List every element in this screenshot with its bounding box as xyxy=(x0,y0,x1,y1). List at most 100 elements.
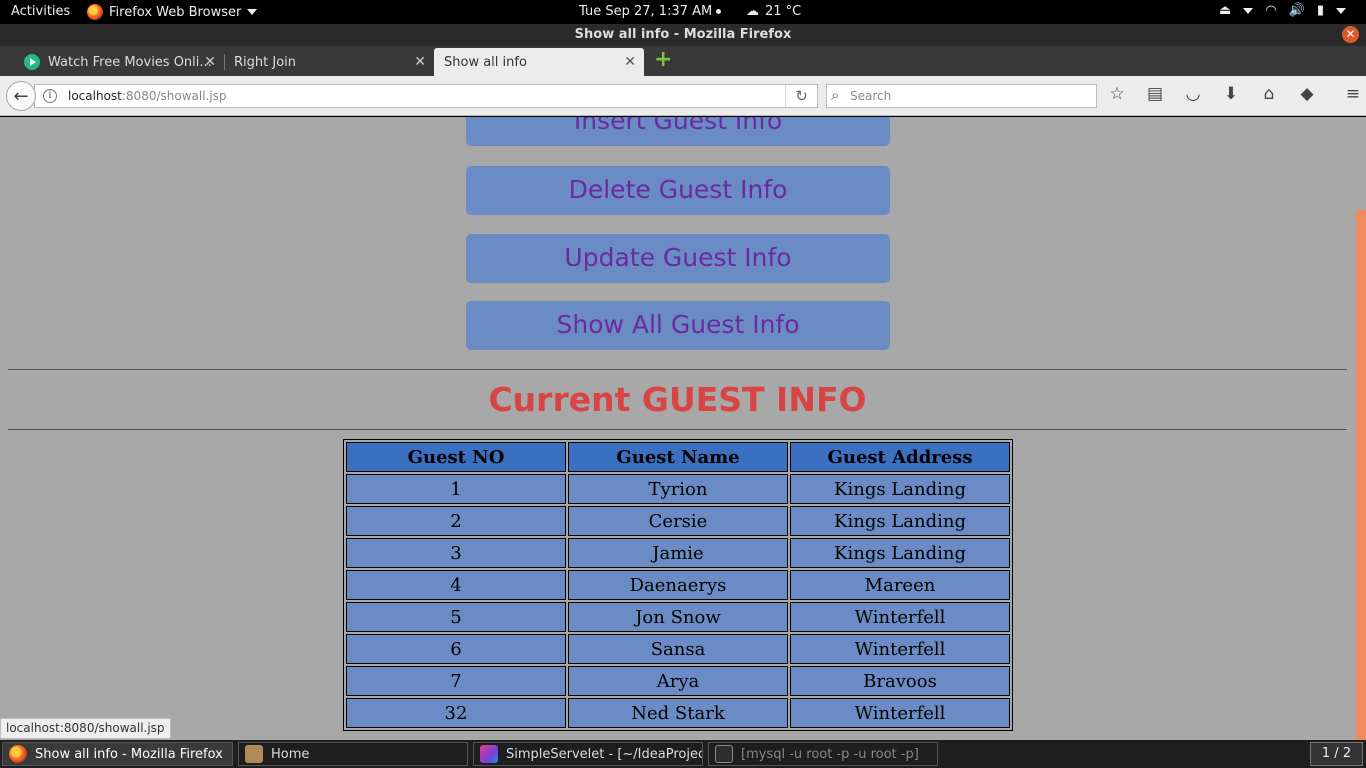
app-menu-label: Firefox Web Browser xyxy=(109,4,242,20)
chevron-down-icon xyxy=(1243,7,1254,14)
firefox-icon xyxy=(9,745,27,763)
taskbar-item-terminal[interactable]: [mysql -u root -p -u root -p] xyxy=(708,742,938,766)
show-all-guest-info-button[interactable]: Show All Guest Info xyxy=(466,301,890,350)
wifi-icon: ◠ xyxy=(1265,3,1277,18)
table-row: 2 Cersie Kings Landing xyxy=(346,506,1010,536)
table-cell: Bravoos xyxy=(790,666,1010,696)
taskbar-label: [mysql -u root -p -u root -p] xyxy=(741,746,919,762)
chevron-down-icon xyxy=(1336,7,1346,14)
home-icon[interactable]: ⌂ xyxy=(1257,84,1281,104)
close-tab-icon[interactable]: ✕ xyxy=(624,54,636,70)
table-cell: 4 xyxy=(346,570,566,600)
cloud-icon: ☁ xyxy=(746,4,759,19)
download-icon[interactable]: ⬇ xyxy=(1219,84,1243,104)
window-list-taskbar: Show all info - Mozilla Firefox Home Sim… xyxy=(0,740,1366,768)
table-cell: 32 xyxy=(346,698,566,728)
chevron-down-icon xyxy=(247,9,258,15)
table-cell: Kings Landing xyxy=(790,474,1010,504)
tab-label: Watch Free Movies Onli... xyxy=(48,54,212,70)
table-cell: Cersie xyxy=(568,506,788,536)
site-info-icon[interactable]: i xyxy=(43,89,57,103)
table-row: 32 Ned Stark Winterfell xyxy=(346,698,1010,728)
table-cell: Winterfell xyxy=(790,602,1010,632)
tab-watch-free-movies[interactable]: Watch Free Movies Onli... ✕ xyxy=(14,48,224,76)
update-guest-info-button[interactable]: Update Guest Info xyxy=(466,234,890,283)
arrow-left-icon: ← xyxy=(13,85,29,107)
close-window-icon[interactable]: ✕ xyxy=(1342,26,1359,43)
taskbar-item-home[interactable]: Home xyxy=(238,742,468,766)
table-row: 5 Jon Snow Winterfell xyxy=(346,602,1010,632)
taskbar-label: Home xyxy=(271,746,310,762)
window-title: Show all info - Mozilla Firefox xyxy=(574,27,792,42)
url-text: localhost:8080/showall.jsp xyxy=(68,89,227,103)
url-host: localhost xyxy=(68,89,122,103)
taskbar-label: SimpleServelet - [~/IdeaProjects/... xyxy=(506,746,702,762)
taskbar-item-firefox[interactable]: Show all info - Mozilla Firefox xyxy=(2,742,233,766)
table-cell: Winterfell xyxy=(790,698,1010,728)
intellij-icon xyxy=(480,745,498,763)
play-icon xyxy=(24,54,40,70)
firefox-icon xyxy=(87,4,103,20)
navigation-toolbar: i localhost:8080/showall.jsp ↻ ← ⌕ Searc… xyxy=(0,76,1366,116)
notification-dot-icon xyxy=(716,9,722,14)
table-cell: Arya xyxy=(568,666,788,696)
reload-icon[interactable]: ↻ xyxy=(785,85,817,107)
tab-label: Show all info xyxy=(444,54,527,70)
table-cell: Jon Snow xyxy=(568,602,788,632)
new-tab-plus-icon[interactable]: + xyxy=(654,49,672,71)
column-header: Guest NO xyxy=(346,442,566,472)
back-button[interactable]: ← xyxy=(6,81,36,111)
tab-show-all-info[interactable]: Show all info ✕ xyxy=(434,48,644,76)
battery-icon: ▮ xyxy=(1316,3,1324,18)
window-titlebar: Show all info - Mozilla Firefox ✕ xyxy=(0,24,1366,46)
close-tab-icon[interactable]: ✕ xyxy=(204,54,216,70)
table-header-row: Guest NO Guest Name Guest Address xyxy=(346,442,1010,472)
page-scrollbar[interactable] xyxy=(1355,117,1366,740)
weather-label: 21 °C xyxy=(765,4,802,19)
table-cell: Mareen xyxy=(790,570,1010,600)
table-cell: 3 xyxy=(346,538,566,568)
reader-view-icon[interactable]: ▤ xyxy=(1143,84,1167,104)
table-cell: Jamie xyxy=(568,538,788,568)
tab-strip: Watch Free Movies Onli... ✕ Right Join ✕… xyxy=(0,46,1366,76)
delete-guest-info-button[interactable]: Delete Guest Info xyxy=(466,166,890,215)
table-cell: Daenaerys xyxy=(568,570,788,600)
system-tray[interactable]: ⏏ ◠ 🔊 ▮ xyxy=(1219,3,1346,18)
eject-icon: ⏏ xyxy=(1219,3,1232,18)
page-heading: Current GUEST INFO xyxy=(488,380,867,419)
files-icon xyxy=(245,745,263,763)
scrollbar-thumb[interactable] xyxy=(1356,210,1366,740)
table-cell: Kings Landing xyxy=(790,538,1010,568)
tab-right-join[interactable]: Right Join ✕ xyxy=(224,48,434,76)
table-cell: 7 xyxy=(346,666,566,696)
weather-indicator[interactable]: ☁ 21 °C xyxy=(746,4,801,19)
clock[interactable]: Tue Sep 27, 1:37 AM xyxy=(579,4,722,19)
search-input[interactable]: ⌕ Search xyxy=(826,84,1097,108)
close-tab-icon[interactable]: ✕ xyxy=(414,54,426,70)
table-cell: 5 xyxy=(346,602,566,632)
column-header: Guest Address xyxy=(790,442,1010,472)
clock-label: Tue Sep 27, 1:37 AM xyxy=(579,4,713,19)
terminal-icon xyxy=(715,745,733,763)
workspace-indicator[interactable]: 1 / 2 xyxy=(1310,742,1363,766)
insert-guest-info-button[interactable]: Insert Guest Info xyxy=(466,117,890,146)
table-row: 6 Sansa Winterfell xyxy=(346,634,1010,664)
table-row: 1 Tyrion Kings Landing xyxy=(346,474,1010,504)
table-cell: Kings Landing xyxy=(790,506,1010,536)
extension-icon[interactable]: ◆ xyxy=(1295,84,1319,104)
menu-hamburger-icon[interactable]: ≡ xyxy=(1341,84,1365,104)
taskbar-item-intellij[interactable]: SimpleServelet - [~/IdeaProjects/... xyxy=(473,742,703,766)
volume-icon: 🔊 xyxy=(1288,3,1305,18)
page-content: Insert Guest Info Delete Guest Info Upda… xyxy=(0,117,1355,740)
table-cell: Winterfell xyxy=(790,634,1010,664)
activities-button[interactable]: Activities xyxy=(11,4,70,19)
bookmark-star-icon[interactable]: ☆ xyxy=(1105,84,1129,104)
gnome-top-bar: Activities Firefox Web Browser Tue Sep 2… xyxy=(0,0,1366,24)
table-row: 7 Arya Bravoos xyxy=(346,666,1010,696)
pocket-icon[interactable]: ◡ xyxy=(1181,84,1205,104)
url-path: :8080/showall.jsp xyxy=(121,89,227,103)
search-icon: ⌕ xyxy=(831,86,840,104)
table-row: 3 Jamie Kings Landing xyxy=(346,538,1010,568)
url-bar[interactable]: i localhost:8080/showall.jsp ↻ xyxy=(34,84,818,108)
app-menu[interactable]: Firefox Web Browser xyxy=(87,4,258,20)
